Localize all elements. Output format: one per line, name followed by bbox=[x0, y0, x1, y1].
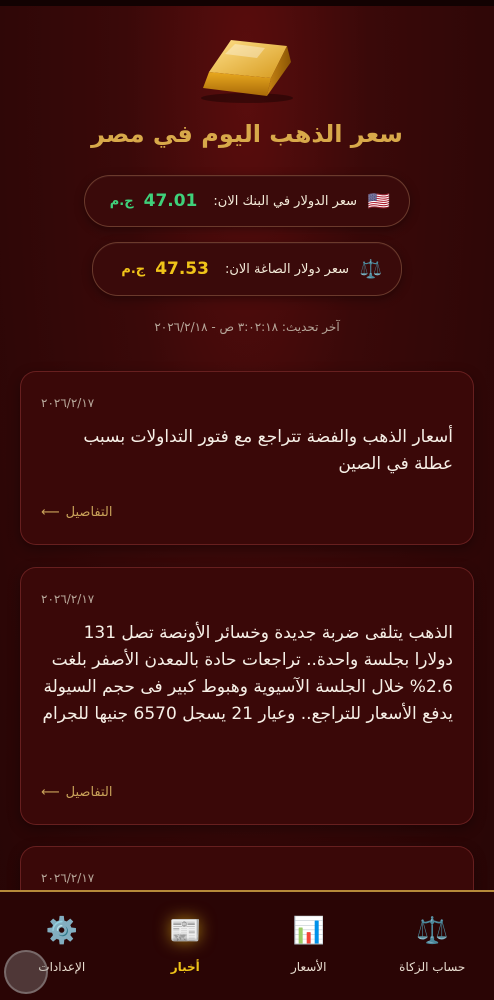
gold-dollar-rate: ⚖️ سعر دولار الصاغة الان: 47.53 ج.م bbox=[92, 242, 402, 296]
nav-label-news: أخبار bbox=[170, 960, 200, 974]
news-date: ٢٠٢٦/٢/١٧ bbox=[41, 592, 95, 606]
news-date: ٢٠٢٦/٢/١٧ bbox=[41, 396, 95, 410]
gear-icon: ⚙️ bbox=[45, 916, 78, 946]
gold-rate-unit: ج.م bbox=[121, 261, 146, 277]
bar-chart-icon: 📊 bbox=[292, 916, 325, 946]
arrow-left-icon: ⟵ bbox=[41, 785, 60, 800]
app-root: سعر الذهب اليوم في مصر 🇺🇸 سعر الدولار في… bbox=[0, 0, 494, 1000]
details-link[interactable]: التفاصيل ⟵ bbox=[41, 785, 112, 800]
watermark-logo bbox=[4, 950, 48, 994]
newspaper-icon: 📰 bbox=[169, 916, 202, 946]
bank-rate-label: سعر الدولار في البنك الان: bbox=[213, 193, 357, 209]
nav-item-prices[interactable]: 📊 الأسعار bbox=[247, 892, 371, 1000]
bank-dollar-rate: 🇺🇸 سعر الدولار في البنك الان: 47.01 ج.م bbox=[84, 175, 410, 227]
bottom-navigation: ⚖️ حساب الزكاة 📊 الأسعار 📰 أخبار ⚙️ الإع… bbox=[0, 890, 494, 1000]
news-card[interactable]: ٢٠٢٦/٢/١٧ أسعار الذهب والفضة تتراجع مع ف… bbox=[20, 371, 474, 545]
nav-label-zakat: حساب الزكاة bbox=[399, 960, 466, 974]
gold-rate-value: 47.53 bbox=[155, 259, 209, 279]
details-label: التفاصيل bbox=[65, 785, 113, 800]
details-link[interactable]: التفاصيل ⟵ bbox=[41, 505, 112, 520]
details-label: التفاصيل bbox=[65, 505, 113, 520]
news-body: أسعار الذهب والفضة تتراجع مع فتور التداو… bbox=[83, 427, 453, 474]
us-flag-icon: 🇺🇸 bbox=[367, 190, 391, 212]
bank-rate-value: 47.01 bbox=[143, 191, 198, 211]
gold-bar-icon bbox=[201, 40, 293, 103]
news-date: ٢٠٢٦/٢/١٧ bbox=[41, 871, 95, 885]
last-update-text: آخر تحديث: ٣:٠٢:١٨ ص - ٢٠٢٦/٢/١٨ bbox=[154, 320, 340, 334]
nav-item-news[interactable]: 📰 أخبار bbox=[124, 892, 248, 1000]
status-bar bbox=[0, 0, 494, 6]
scale-icon: ⚖️ bbox=[416, 916, 449, 946]
gold-rate-label: سعر دولار الصاغة الان: bbox=[224, 261, 349, 277]
nav-item-zakat[interactable]: ⚖️ حساب الزكاة bbox=[371, 892, 494, 1000]
nav-label-prices: الأسعار bbox=[291, 960, 327, 974]
scale-icon: ⚖️ bbox=[359, 258, 383, 280]
arrow-left-icon: ⟵ bbox=[41, 505, 60, 520]
bank-rate-unit: ج.م bbox=[109, 193, 134, 209]
news-body: الذهب يتلقى ضربة جديدة وخسائر الأونصة تص… bbox=[42, 623, 453, 724]
page-title: سعر الذهب اليوم في مصر bbox=[91, 120, 403, 148]
news-card[interactable]: ٢٠٢٦/٢/١٧ الذهب يتلقى ضربة جديدة وخسائر … bbox=[20, 567, 474, 825]
